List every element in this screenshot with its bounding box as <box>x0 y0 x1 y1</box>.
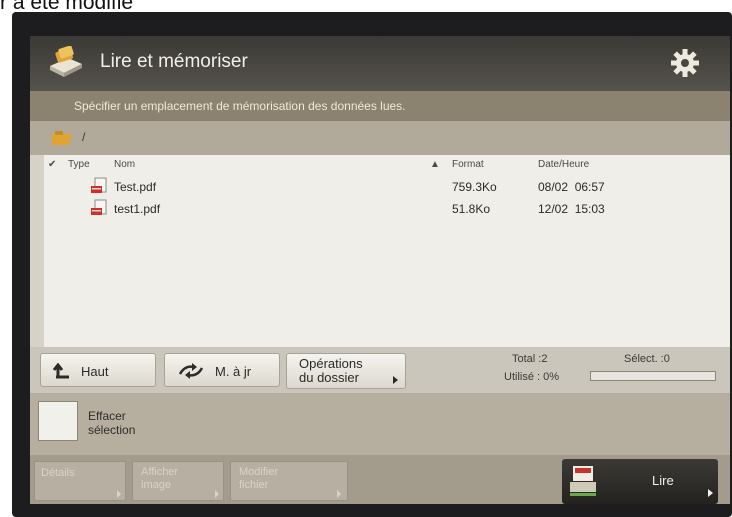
refresh-icon <box>178 363 204 379</box>
current-path: / <box>82 130 86 144</box>
toolbar: Haut M. à jr Opérations du dossier Total… <box>30 347 730 393</box>
details-label: Détails <box>41 467 75 479</box>
submenu-arrow-icon <box>708 489 713 497</box>
check-column-icon[interactable]: ✔ <box>48 159 56 170</box>
gear-icon[interactable] <box>670 48 700 78</box>
instruction-text: Spécifier un emplacement de mémorisation… <box>74 99 406 113</box>
clear-selection-checkbox[interactable] <box>38 401 78 441</box>
folder-operations-button[interactable]: Opérations du dossier <box>286 353 406 389</box>
table-row[interactable]: Test.pdf 759.3Ko 08/02 06:57 <box>44 175 730 197</box>
table-row[interactable]: test1.pdf 51.8Ko 12/02 15:03 <box>44 197 730 219</box>
column-name[interactable]: Nom <box>114 159 135 170</box>
sort-ascending-icon[interactable]: ▲ <box>430 159 440 170</box>
show-image-label-1: Afficher <box>141 466 179 478</box>
edit-file-label-1: Modifier <box>239 466 279 478</box>
folder-icon <box>52 131 72 145</box>
usage-text: Utilisé : 0% <box>504 371 560 383</box>
read-button-label: Lire <box>652 473 674 488</box>
page-title: Lire et mémoriser <box>100 51 248 72</box>
submenu-arrow-icon <box>215 490 219 498</box>
column-format[interactable]: Format <box>452 159 484 170</box>
pdf-icon <box>91 177 107 193</box>
file-date: 08/02 06:57 <box>538 180 605 194</box>
show-image-button[interactable]: Afficher image <box>132 461 224 501</box>
edit-file-label-2: fichier <box>239 479 269 491</box>
scan-store-icon <box>50 46 82 77</box>
scanner-icon <box>570 466 596 496</box>
up-arrow-icon <box>53 363 69 379</box>
title-bar: Lire et mémoriser <box>30 36 730 91</box>
file-list[interactable]: ✔ Type Nom ▲ Format Date/Heure Test.pdf … <box>44 155 730 347</box>
submenu-arrow-icon <box>337 490 341 498</box>
touch-screen: Lire et mémoriser Spécifier un emplaceme… <box>30 36 730 504</box>
file-name: Test.pdf <box>114 180 157 194</box>
details-button[interactable]: Détails <box>34 461 126 501</box>
usage-bar <box>590 371 716 381</box>
clear-selection-line-2: sélection <box>88 423 136 437</box>
bottom-bar: Détails Afficher image Modifier fichier … <box>30 455 730 504</box>
read-button[interactable]: Lire <box>562 459 718 504</box>
list-header: ✔ Type Nom ▲ Format Date/Heure <box>44 155 730 175</box>
file-name: test1.pdf <box>114 202 161 216</box>
clear-selection-label[interactable]: Effacer sélection <box>88 409 135 437</box>
path-row: / <box>30 121 730 155</box>
submenu-arrow-icon <box>393 376 398 384</box>
folder-operations-label-1: Opérations <box>299 356 363 371</box>
total-count: Total :2 <box>512 353 548 365</box>
column-date[interactable]: Date/Heure <box>538 159 589 170</box>
clear-selection-line-1: Effacer <box>88 409 126 423</box>
pdf-icon <box>91 199 107 215</box>
refresh-button[interactable]: M. à jr <box>164 353 280 387</box>
refresh-button-label: M. à jr <box>215 364 252 379</box>
folder-operations-label-2: du dossier <box>299 370 359 385</box>
up-button-label: Haut <box>81 364 109 379</box>
up-button[interactable]: Haut <box>40 353 156 387</box>
clear-selection-area: Effacer sélection <box>30 393 730 455</box>
file-format: 759.3Ko <box>452 180 497 194</box>
edit-file-button[interactable]: Modifier fichier <box>230 461 348 501</box>
file-format: 51.8Ko <box>452 202 491 216</box>
file-date: 12/02 15:03 <box>538 202 605 216</box>
submenu-arrow-icon <box>117 490 121 498</box>
column-type[interactable]: Type <box>68 159 90 170</box>
instruction-bar: Spécifier un emplacement de mémorisation… <box>30 91 730 121</box>
show-image-label-2: image <box>141 479 171 491</box>
selected-count: Sélect. :0 <box>624 353 670 365</box>
